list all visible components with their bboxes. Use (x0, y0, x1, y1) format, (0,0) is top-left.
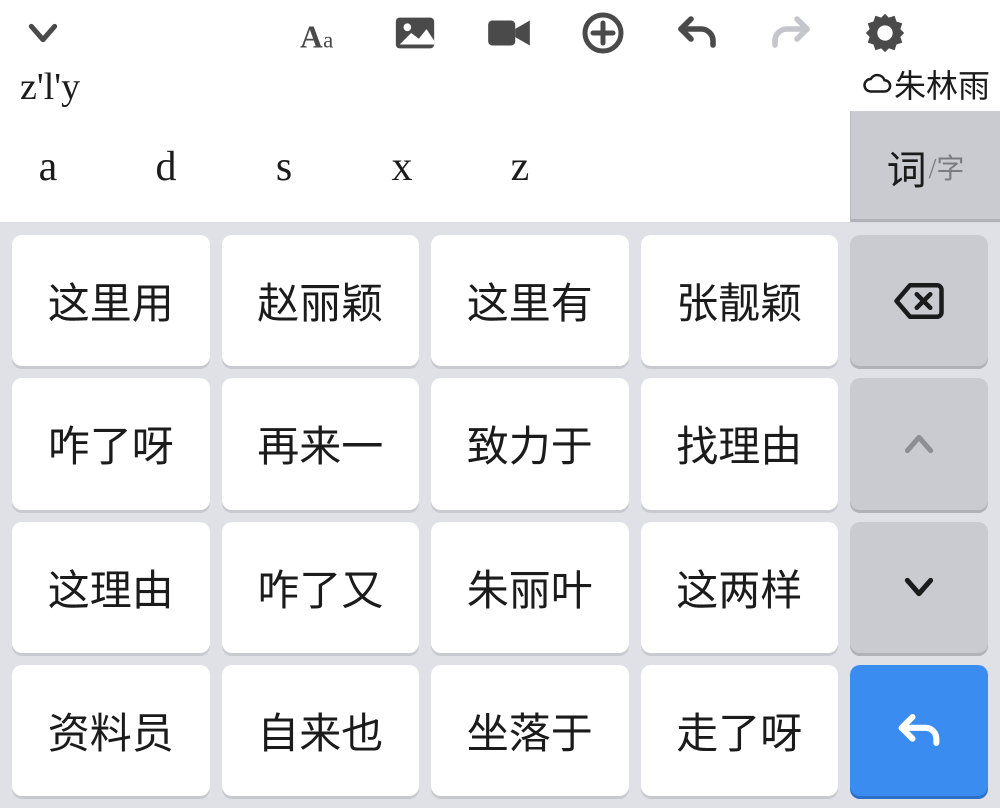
mode-primary: 词 (887, 138, 927, 196)
backspace-icon (892, 274, 946, 328)
backspace-key[interactable] (850, 235, 988, 366)
candidate[interactable]: 这里用 (12, 235, 210, 366)
candidate[interactable]: 自来也 (222, 665, 420, 796)
cloud-candidate-text: 朱林雨 (894, 61, 990, 107)
pinyin-input-row: z'l'y 朱林雨 (0, 65, 1000, 111)
candidate[interactable]: 致力于 (431, 378, 629, 509)
toolbar: Aa (0, 0, 1000, 65)
undo-icon[interactable] (672, 8, 722, 58)
svg-text:A: A (300, 19, 323, 54)
candidate[interactable]: 这里有 (431, 235, 629, 366)
candidate[interactable]: 走了呀 (641, 665, 839, 796)
candidate-area: 这里用 赵丽颖 这里有 张靓颖 咋了呀 再来一 致力于 找理由 这理由 咋了又 … (0, 223, 1000, 808)
candidate[interactable]: 这两样 (641, 522, 839, 653)
chevron-up-icon (899, 424, 939, 464)
chevron-down-icon (899, 567, 939, 607)
candidate[interactable]: 咋了呀 (12, 378, 210, 509)
filter-letters: a d s x z (0, 143, 540, 191)
cloud-candidate[interactable]: 朱林雨 (862, 61, 990, 107)
candidate[interactable]: 找理由 (641, 378, 839, 509)
candidate[interactable]: 张靓颖 (641, 235, 839, 366)
candidate[interactable]: 坐落于 (431, 665, 629, 796)
text-format-icon[interactable]: Aa (296, 8, 346, 58)
return-icon (893, 704, 945, 756)
filter-row: a d s x z 词/字 (0, 111, 1000, 223)
side-column (850, 223, 1000, 808)
redo-icon[interactable] (766, 8, 816, 58)
filter-letter[interactable]: z (500, 143, 540, 191)
candidate[interactable]: 赵丽颖 (222, 235, 420, 366)
cloud-icon (862, 69, 892, 99)
collapse-icon[interactable] (18, 8, 68, 58)
candidate[interactable]: 这理由 (12, 522, 210, 653)
pinyin-text: z'l'y (20, 65, 80, 109)
candidate[interactable]: 朱丽叶 (431, 522, 629, 653)
enter-key[interactable] (850, 665, 988, 796)
page-up-key[interactable] (850, 378, 988, 509)
page-down-key[interactable] (850, 522, 988, 653)
video-icon[interactable] (484, 8, 534, 58)
svg-text:a: a (323, 27, 333, 52)
image-icon[interactable] (390, 8, 440, 58)
filter-letter[interactable]: d (146, 143, 186, 191)
candidate[interactable]: 咋了又 (222, 522, 420, 653)
filter-letter[interactable]: s (264, 143, 304, 191)
settings-icon[interactable] (860, 8, 910, 58)
filter-letter[interactable]: x (382, 143, 422, 191)
mode-secondary: /字 (929, 147, 965, 187)
add-icon[interactable] (578, 8, 628, 58)
candidate-grid: 这里用 赵丽颖 这里有 张靓颖 咋了呀 再来一 致力于 找理由 这理由 咋了又 … (0, 223, 850, 808)
word-char-toggle[interactable]: 词/字 (850, 111, 1000, 222)
candidate[interactable]: 资料员 (12, 665, 210, 796)
candidate[interactable]: 再来一 (222, 378, 420, 509)
filter-letter[interactable]: a (28, 143, 68, 191)
